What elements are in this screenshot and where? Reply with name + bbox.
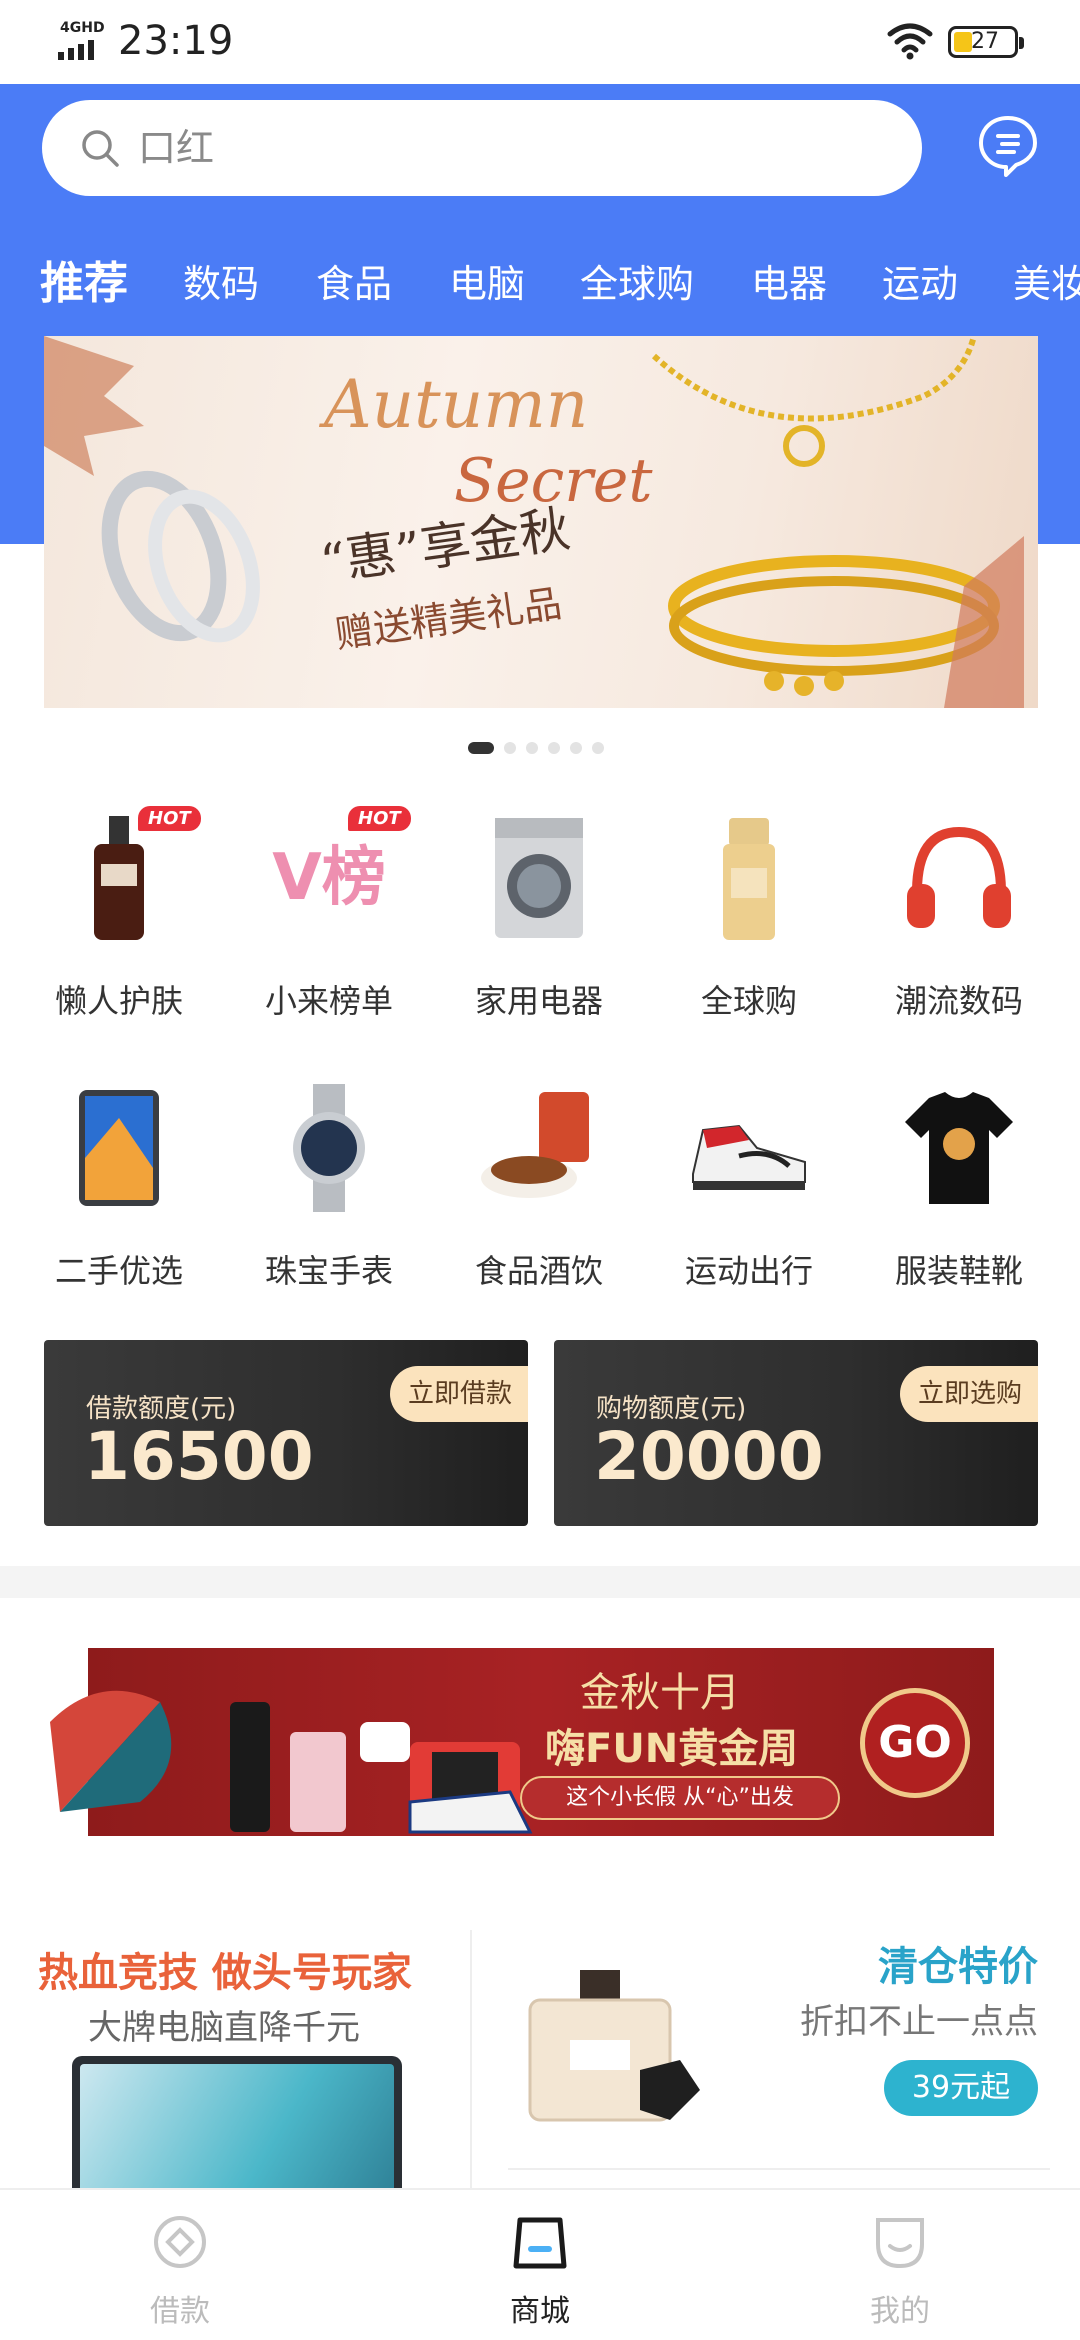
tile-title: 清仓特价	[878, 1944, 1038, 1990]
section-divider	[0, 1566, 1080, 1598]
carousel-dot	[526, 742, 538, 754]
fan-decoration-icon	[50, 1690, 172, 1812]
tile-subtitle: 折扣不止一点点	[800, 2002, 1038, 2042]
grid-item-label: 懒人护肤	[54, 982, 183, 1020]
perfume-image	[528, 1970, 700, 2122]
tile-subtitle: 大牌电脑直降千元	[88, 2008, 360, 2048]
snacks-icon	[481, 1092, 589, 1198]
promo-tagline: 这个小长假 从“心”出发	[520, 1776, 840, 1820]
tab-recommend[interactable]: 推荐	[40, 244, 128, 324]
laptop-image	[72, 2056, 402, 2190]
watch-icon	[293, 1084, 365, 1212]
tile-divider	[470, 1930, 472, 2190]
price-badge[interactable]: 39元起	[884, 2060, 1038, 2116]
grid-item-secondhand[interactable]: 二手优选	[14, 1060, 224, 1300]
battery-level: 27	[971, 29, 999, 54]
grid-item-sports[interactable]: 运动出行	[644, 1060, 854, 1300]
loan-credit-card[interactable]: 借款额度(元) 16500 立即借款	[44, 1340, 528, 1526]
grid-item-label: 潮流数码	[894, 982, 1023, 1020]
grid-item-label: 服装鞋靴	[894, 1252, 1023, 1290]
leaf-decoration	[44, 336, 144, 476]
tablet-icon	[79, 1090, 159, 1206]
grid-item-label: 家用电器	[474, 982, 603, 1020]
shopping-limit-amount: 20000	[594, 1418, 824, 1495]
grid-item-global[interactable]: 全球购	[644, 790, 854, 1030]
profile-icon	[876, 2218, 924, 2269]
carousel-dot	[548, 742, 560, 754]
grid-item-apparel[interactable]: 服装鞋靴	[854, 1060, 1064, 1300]
carousel-indicator	[468, 742, 604, 754]
gaming-laptop-tile[interactable]: 热血竞技 做头号玩家 大牌电脑直降千元	[0, 1920, 470, 2190]
nav-label: 借款	[150, 2294, 210, 2329]
grid-item-label: 食品酒饮	[474, 1252, 603, 1290]
tile-bottom-divider	[508, 2168, 1050, 2170]
grid-item-skincare[interactable]: HOT 懒人护肤	[14, 790, 224, 1030]
grid-item-label: 全球购	[700, 982, 797, 1020]
sneaker-icon	[692, 1124, 806, 1190]
grid-item-ranking[interactable]: V榜 HOT 小来榜单	[224, 790, 434, 1030]
nav-loan[interactable]: 借款	[80, 2190, 280, 2340]
tab-sports[interactable]: 运动	[882, 244, 958, 324]
products-image	[230, 1702, 533, 1834]
promo-go-button[interactable]: GO	[860, 1688, 970, 1798]
promo-title: 金秋十月	[580, 1670, 740, 1716]
loan-icon	[154, 2216, 206, 2268]
hero-banner[interactable]: Autumn Secret “惠”享金秋 赠送精美礼品	[44, 336, 1038, 708]
gold-jewelry-image	[651, 336, 1024, 708]
carousel-dot	[468, 742, 494, 754]
nav-mall[interactable]: 商城	[440, 2190, 640, 2340]
carousel-dot	[570, 742, 582, 754]
nav-label: 商城	[510, 2294, 570, 2329]
shopping-credit-card[interactable]: 购物额度(元) 20000 立即选购	[554, 1340, 1038, 1526]
grid-item-label: 二手优选	[54, 1252, 183, 1290]
borrow-now-button[interactable]: 立即借款	[389, 1366, 528, 1422]
grid-item-food[interactable]: 食品酒饮	[434, 1060, 644, 1300]
banner-title-1: Autumn	[324, 366, 589, 443]
tile-title: 热血竞技 做头号玩家	[38, 1950, 412, 1996]
grid-item-label: 小来榜单	[264, 982, 393, 1020]
washing-machine-icon	[495, 818, 583, 938]
hot-badge: HOT	[348, 806, 411, 831]
tshirt-icon	[905, 1092, 1013, 1204]
bottom-nav: 借款 商城 我的	[0, 2188, 1080, 2340]
status-time: 23:19	[118, 18, 234, 64]
rings-image	[101, 470, 260, 643]
tab-beauty[interactable]: 美妆	[1013, 244, 1080, 324]
grid-item-label: 珠宝手表	[264, 1252, 393, 1290]
tab-computer[interactable]: 电脑	[449, 244, 525, 324]
category-tabs: 推荐 数码 食品 电脑 全球购 电器 运动 美妆	[0, 244, 1080, 324]
network-type: 4GHD	[60, 20, 105, 36]
nav-label: 我的	[870, 2294, 930, 2329]
battery-icon: 27	[948, 26, 1024, 58]
shop-now-button[interactable]: 立即选购	[899, 1366, 1038, 1422]
search-bar[interactable]	[42, 100, 922, 196]
carousel-dot	[504, 742, 516, 754]
sunscreen-icon	[723, 818, 775, 940]
mall-icon	[513, 2217, 567, 2269]
hot-badge: HOT	[138, 806, 201, 831]
grid-item-jewelry[interactable]: 珠宝手表	[224, 1060, 434, 1300]
loan-limit-amount: 16500	[84, 1418, 314, 1495]
tab-global[interactable]: 全球购	[580, 244, 694, 324]
grid-item-appliance[interactable]: 家用电器	[434, 790, 644, 1030]
promo-subtitle: 嗨FUN黄金周	[545, 1726, 799, 1772]
tab-digital[interactable]: 数码	[183, 244, 259, 324]
cell-signal-icon: 4GHD	[58, 20, 108, 60]
promo-banner[interactable]: 金秋十月 嗨FUN黄金周 这个小长假 从“心”出发 GO	[40, 1622, 1040, 1862]
clearance-tile[interactable]: 清仓特价 折扣不止一点点 39元起	[490, 1920, 1050, 2190]
headphones-icon	[907, 826, 1011, 928]
message-icon[interactable]	[976, 114, 1040, 178]
search-input[interactable]	[138, 100, 838, 196]
grid-item-digital[interactable]: 潮流数码	[854, 790, 1064, 1030]
grid-item-label: 运动出行	[684, 1252, 813, 1290]
wifi-icon	[887, 23, 933, 60]
search-icon	[82, 130, 119, 167]
status-bar: 4GHD 23:19 27	[0, 0, 1080, 84]
tab-appliance[interactable]: 电器	[751, 244, 827, 324]
nav-profile[interactable]: 我的	[800, 2190, 1000, 2340]
carousel-dot	[592, 742, 604, 754]
tab-food[interactable]: 食品	[316, 244, 392, 324]
